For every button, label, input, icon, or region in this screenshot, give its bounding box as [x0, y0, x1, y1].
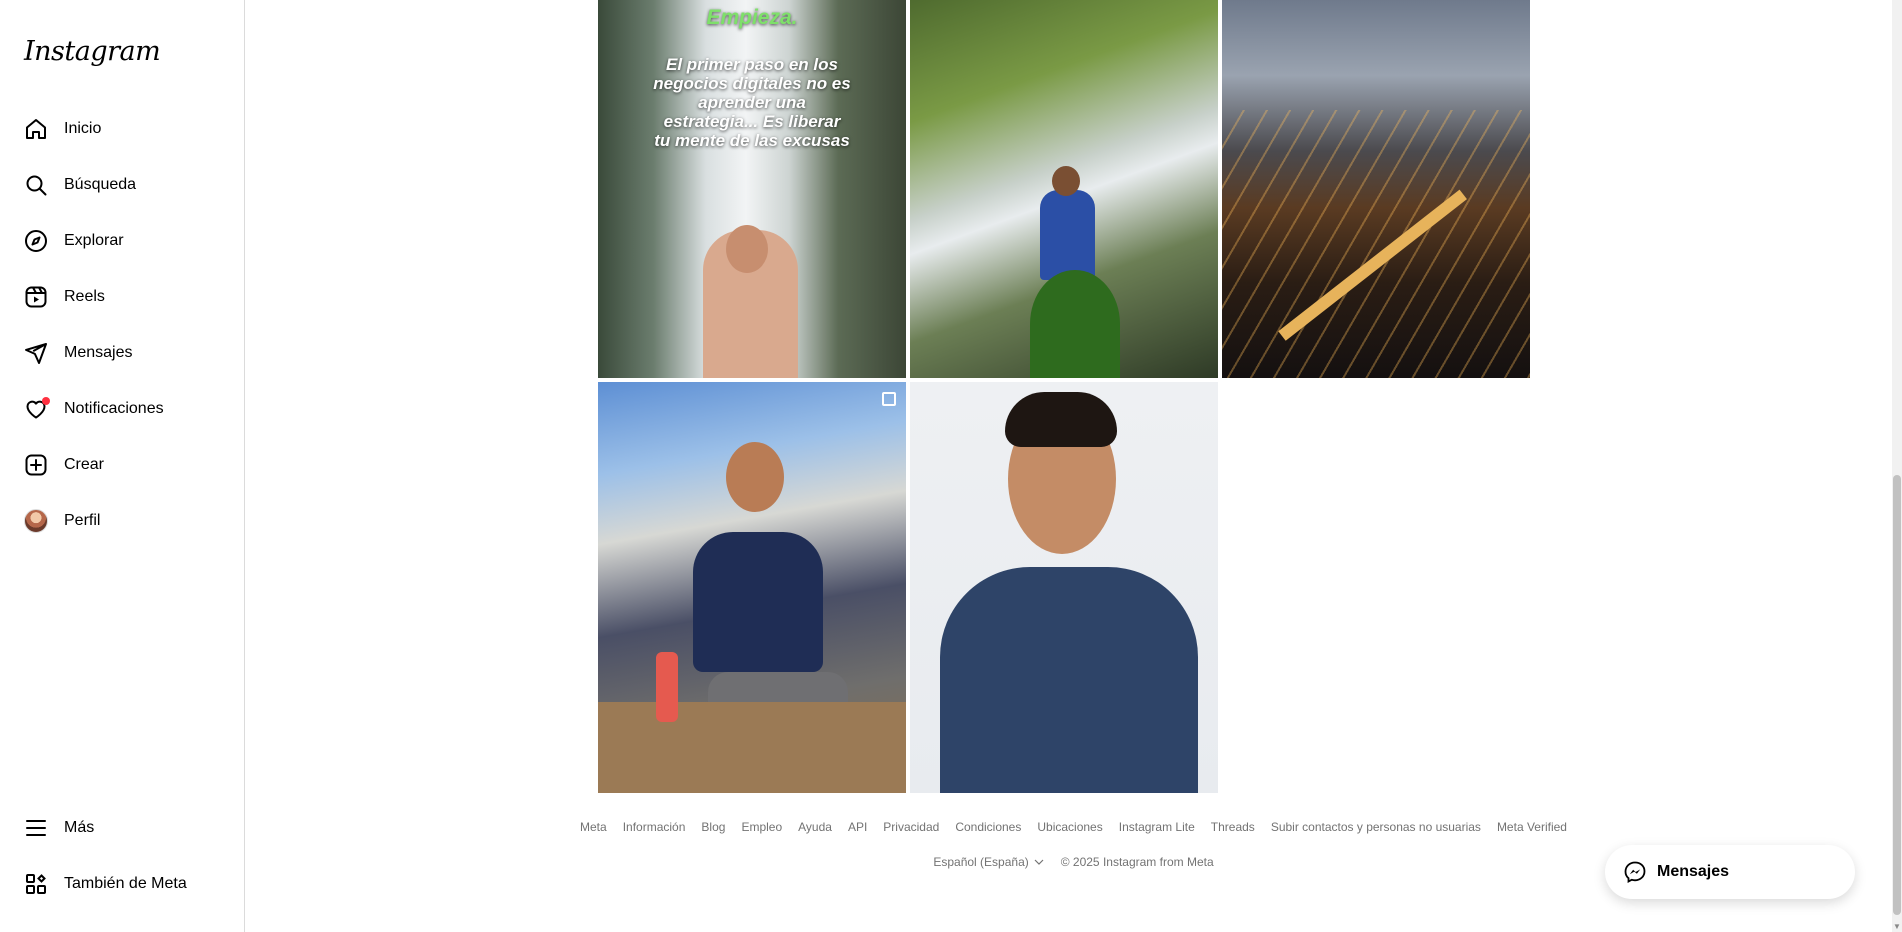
notification-dot — [42, 397, 50, 405]
sidebar-item-label: Explorar — [64, 232, 124, 249]
post-thumbnail-waterfall-quote[interactable]: Empieza. El primer paso en los negocios … — [598, 0, 906, 378]
post-overlay-title: Empieza. — [706, 6, 798, 29]
sidebar-item-label: Búsqueda — [64, 176, 137, 193]
scrollbar-thumb[interactable] — [1893, 475, 1901, 915]
heart-icon — [24, 397, 50, 421]
post-thumbnail-waterfall-man[interactable] — [910, 0, 1218, 378]
footer-link-threads[interactable]: Threads — [1211, 820, 1255, 834]
sidebar-item-label: Reels — [64, 288, 105, 305]
language-selector[interactable]: Español (España) — [933, 855, 1044, 869]
sidebar-item-notificaciones[interactable]: Notificaciones — [12, 385, 234, 433]
person-head — [1052, 166, 1080, 196]
sidebar: Instagram Inicio Búsqueda Explorar Reels… — [0, 0, 245, 932]
footer-link-api[interactable]: API — [848, 820, 867, 834]
leaf-foreground — [1030, 270, 1120, 378]
sidebar-item-perfil[interactable]: Perfil — [12, 497, 234, 545]
carousel-icon — [882, 392, 896, 406]
footer-link-meta[interactable]: Meta — [580, 820, 607, 834]
paper-plane-icon — [24, 341, 48, 365]
footer-link-blog[interactable]: Blog — [701, 820, 725, 834]
person-figure — [1040, 190, 1095, 280]
plus-square-icon — [24, 453, 48, 477]
sidebar-item-mensajes[interactable]: Mensajes — [12, 329, 234, 377]
footer-link-ubicaciones[interactable]: Ubicaciones — [1037, 820, 1102, 834]
scrollbar[interactable]: ▼ — [1892, 0, 1902, 932]
footer-link-empleo[interactable]: Empleo — [741, 820, 782, 834]
footer-links: Meta Información Blog Empleo Ayuda API P… — [0, 820, 1902, 834]
reels-icon — [24, 285, 48, 309]
footer-link-subir-contactos[interactable]: Subir contactos y personas no usuarias — [1271, 820, 1481, 834]
city-lights — [1222, 110, 1530, 378]
chevron-down-icon — [1034, 859, 1044, 865]
post-thumbnail-cyclists[interactable] — [598, 382, 906, 793]
avatar — [24, 509, 48, 533]
sidebar-item-label: Mensajes — [64, 344, 133, 361]
home-icon — [24, 117, 48, 141]
sidebar-item-inicio[interactable]: Inicio — [12, 105, 234, 153]
sidebar-item-busqueda[interactable]: Búsqueda — [12, 161, 234, 209]
footer-link-privacidad[interactable]: Privacidad — [883, 820, 939, 834]
person-head — [726, 225, 768, 273]
wooden-bench — [598, 702, 906, 793]
sidebar-item-explorar[interactable]: Explorar — [12, 217, 234, 265]
person-figure — [940, 567, 1198, 793]
sidebar-item-crear[interactable]: Crear — [12, 441, 234, 489]
messages-bubble-label: Mensajes — [1657, 863, 1730, 880]
sidebar-item-label: Notificaciones — [64, 400, 164, 417]
compass-icon — [24, 229, 48, 253]
person-figure — [693, 532, 823, 672]
person-hair — [1005, 392, 1117, 447]
footer-link-condiciones[interactable]: Condiciones — [955, 820, 1021, 834]
post-overlay-quote: El primer paso en los negocios digitales… — [653, 55, 851, 150]
post-thumbnail-portrait[interactable] — [910, 382, 1218, 793]
water-bottle — [656, 652, 678, 722]
sidebar-item-label: Crear — [64, 456, 105, 473]
instagram-logo[interactable]: Instagram — [24, 36, 161, 67]
sidebar-item-label: Inicio — [64, 120, 102, 137]
grid-icon — [24, 872, 48, 896]
footer-link-informacion[interactable]: Información — [623, 820, 686, 834]
footer-link-instagram-lite[interactable]: Instagram Lite — [1119, 820, 1195, 834]
scroll-down-arrow-icon[interactable]: ▼ — [1893, 923, 1901, 931]
sidebar-item-tambien-de-meta[interactable]: También de Meta — [12, 860, 234, 908]
search-icon — [24, 173, 48, 197]
messages-bubble[interactable]: Mensajes — [1605, 845, 1855, 899]
sidebar-item-label: Perfil — [64, 512, 101, 529]
person-head — [726, 442, 784, 512]
footer-link-meta-verified[interactable]: Meta Verified — [1497, 820, 1567, 834]
messenger-icon — [1624, 861, 1646, 884]
footer-link-ayuda[interactable]: Ayuda — [798, 820, 832, 834]
sidebar-item-reels[interactable]: Reels — [12, 273, 234, 321]
sidebar-item-label: También de Meta — [64, 875, 187, 892]
post-thumbnail-city-bridge[interactable] — [1222, 0, 1530, 378]
copyright: © 2025 Instagram from Meta — [1060, 855, 1214, 869]
